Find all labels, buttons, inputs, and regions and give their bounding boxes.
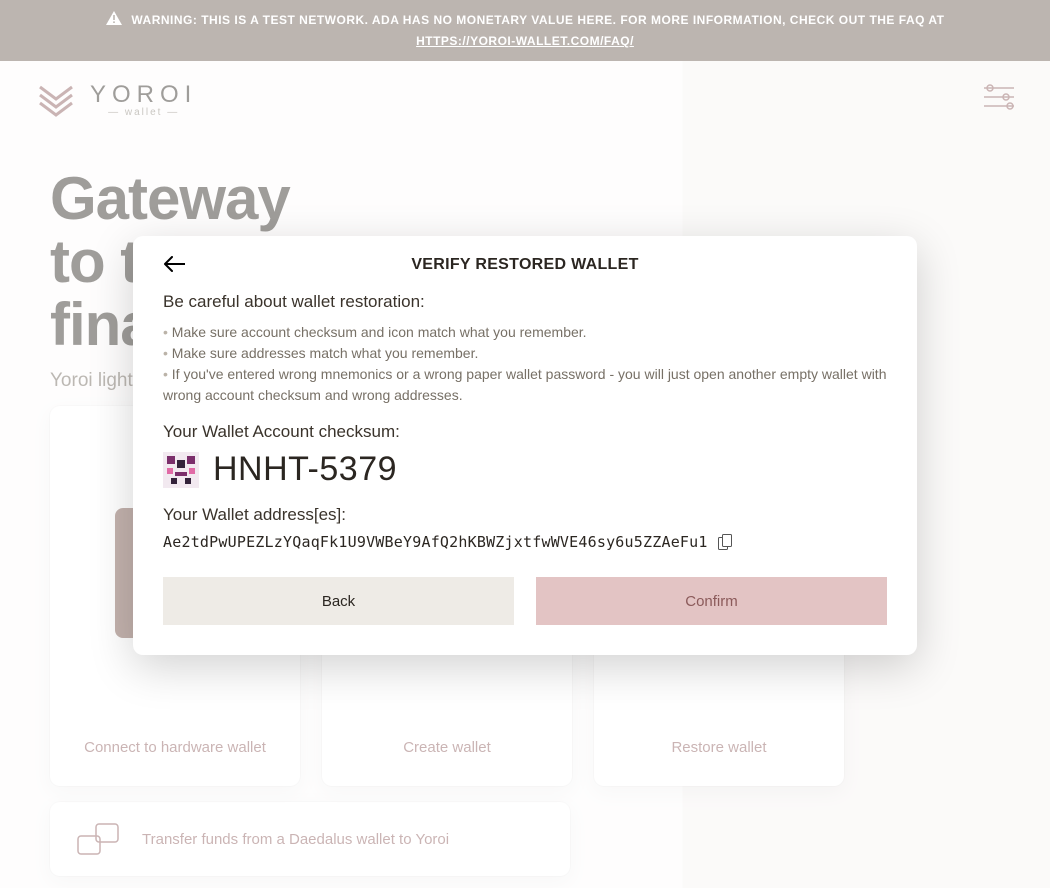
back-button[interactable]: Back [163,577,514,625]
addr-row: Ae2tdPwUPEZLzYQaqFk1U9VWBeY9AfQ2hKBWZjxt… [163,533,887,551]
back-arrow-icon[interactable] [163,256,185,277]
addr-value: Ae2tdPwUPEZLzYQaqFk1U9VWBeY9AfQ2hKBWZjxt… [163,533,708,551]
care-heading: Be careful about wallet restoration: [163,292,887,312]
verify-restored-wallet-modal: VERIFY RESTORED WALLET Be careful about … [133,236,917,655]
checksum-label: Your Wallet Account checksum: [163,422,887,442]
care-bullet: If you've entered wrong mnemonics or a w… [163,364,887,406]
care-bullet: Make sure account checksum and icon matc… [163,322,887,343]
checksum-row: HNHT-5379 [163,450,887,489]
modal-backdrop: VERIFY RESTORED WALLET Be careful about … [0,0,1050,888]
care-bullets: Make sure account checksum and icon matc… [163,322,887,406]
modal-title: VERIFY RESTORED WALLET [411,256,638,274]
checksum-value: HNHT-5379 [213,450,397,489]
confirm-button[interactable]: Confirm [536,577,887,625]
checksum-identicon-icon [163,452,199,488]
care-bullet: Make sure addresses match what you remem… [163,343,887,364]
copy-icon[interactable] [718,534,732,550]
addr-label: Your Wallet address[es]: [163,505,887,525]
